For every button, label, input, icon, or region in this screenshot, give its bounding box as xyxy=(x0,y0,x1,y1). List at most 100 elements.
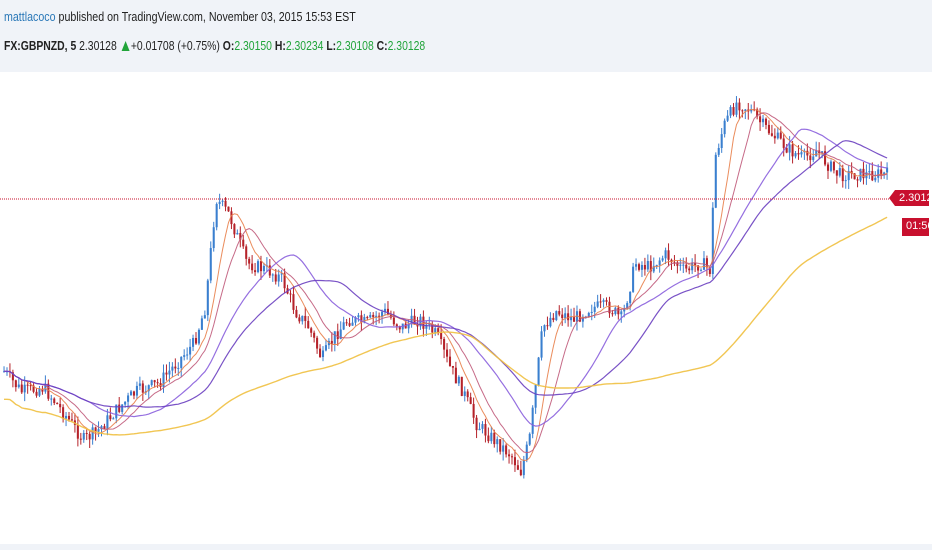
candle-body xyxy=(838,168,841,176)
candle-body xyxy=(271,274,274,276)
candle-body xyxy=(832,161,835,171)
candle-body xyxy=(23,384,26,393)
moving-average-line xyxy=(4,128,888,427)
candlestick-chart[interactable] xyxy=(0,72,932,544)
candle-body xyxy=(508,454,511,457)
candle-body xyxy=(53,398,56,404)
candle-body xyxy=(97,429,100,432)
candle-body xyxy=(351,322,354,326)
candle-body xyxy=(165,372,168,375)
candle-body xyxy=(448,356,452,367)
candle-body xyxy=(289,293,292,295)
candle-body xyxy=(212,227,215,249)
last-price-tag: 2.30128 xyxy=(889,190,932,206)
candle-body xyxy=(856,179,859,181)
bottom-strip xyxy=(0,544,932,550)
candle-body xyxy=(168,370,171,375)
candle-body xyxy=(540,331,543,358)
chart-pane[interactable]: 2.30128 01:56 xyxy=(0,72,932,544)
candle-body xyxy=(516,465,519,470)
candle-body xyxy=(567,313,570,321)
candle-body xyxy=(528,433,531,445)
change-value: +0.01708 (+0.75%) xyxy=(130,38,220,53)
candle-body xyxy=(79,438,82,440)
close-value: 2.30128 xyxy=(387,38,426,53)
candle-body xyxy=(620,311,623,315)
candle-body xyxy=(451,366,454,368)
candle-body xyxy=(720,134,723,148)
candle-body xyxy=(121,404,124,412)
candle-body xyxy=(791,144,794,157)
candle-body xyxy=(868,171,871,173)
candle-body xyxy=(29,385,32,387)
candle-body xyxy=(478,428,481,431)
candle-body xyxy=(85,433,88,435)
candle-body xyxy=(357,315,360,318)
candle-body xyxy=(510,456,514,458)
candle-body xyxy=(493,432,496,445)
ohlc-legend: FX:GBPNZD, 5 2.30128 +0.01708 (+0.75%) O… xyxy=(4,38,425,53)
candle-body xyxy=(513,457,516,466)
candle-body xyxy=(153,380,156,383)
candle-body xyxy=(617,307,620,315)
candle-body xyxy=(215,204,218,228)
candle-body xyxy=(345,322,348,324)
candle-body xyxy=(180,356,183,368)
candle-body xyxy=(487,435,490,442)
candle-body xyxy=(333,331,336,344)
candle-body xyxy=(233,224,236,235)
chart-header: mattlacoco published on TradingView.com,… xyxy=(0,0,932,72)
candle-body xyxy=(218,201,221,205)
candle-body xyxy=(815,150,818,157)
close-label: C: xyxy=(376,38,388,53)
candle-body xyxy=(800,152,803,155)
candle-body xyxy=(59,403,62,408)
candle-body xyxy=(717,147,720,155)
candle-body xyxy=(723,120,726,135)
candle-body xyxy=(295,309,298,318)
candle-body xyxy=(655,264,658,266)
candle-body xyxy=(602,300,605,302)
candle-body xyxy=(469,397,472,404)
candle-body xyxy=(194,337,198,344)
candles-group xyxy=(3,96,889,479)
candle-body xyxy=(767,124,770,134)
candle-body xyxy=(251,263,254,271)
candle-body xyxy=(729,107,732,116)
moving-averages-group xyxy=(4,108,888,461)
candle-body xyxy=(236,232,239,235)
candle-body xyxy=(446,349,449,357)
candle-body xyxy=(466,391,469,398)
candle-body xyxy=(242,239,245,247)
candle-body xyxy=(643,264,646,270)
candle-body xyxy=(596,301,599,307)
candle-body xyxy=(762,118,765,123)
candle-body xyxy=(841,168,844,182)
candle-body xyxy=(76,424,79,439)
candle-body xyxy=(150,380,153,386)
candle-body xyxy=(118,404,121,412)
candle-body xyxy=(342,322,345,330)
candle-body xyxy=(186,354,189,356)
candle-body xyxy=(682,264,685,266)
candle-body xyxy=(835,170,838,176)
author-link[interactable]: mattlacoco xyxy=(4,9,56,24)
candle-body xyxy=(661,258,664,261)
candle-body xyxy=(91,427,94,440)
symbol-label[interactable]: FX:GBPNZD, 5 xyxy=(4,38,76,53)
candle-body xyxy=(274,274,277,282)
candle-body xyxy=(826,164,830,171)
high-label: H: xyxy=(274,38,286,53)
candle-body xyxy=(348,323,351,326)
candle-body xyxy=(141,383,144,393)
candle-body xyxy=(705,258,708,268)
candle-body xyxy=(688,268,691,271)
moving-average-line xyxy=(4,112,888,454)
high-value: 2.30234 xyxy=(285,38,324,53)
candle-body xyxy=(874,177,877,181)
candle-body xyxy=(593,306,596,312)
candle-body xyxy=(646,261,649,270)
candle-body xyxy=(773,135,776,139)
candle-body xyxy=(640,264,643,270)
candle-body xyxy=(635,264,638,267)
